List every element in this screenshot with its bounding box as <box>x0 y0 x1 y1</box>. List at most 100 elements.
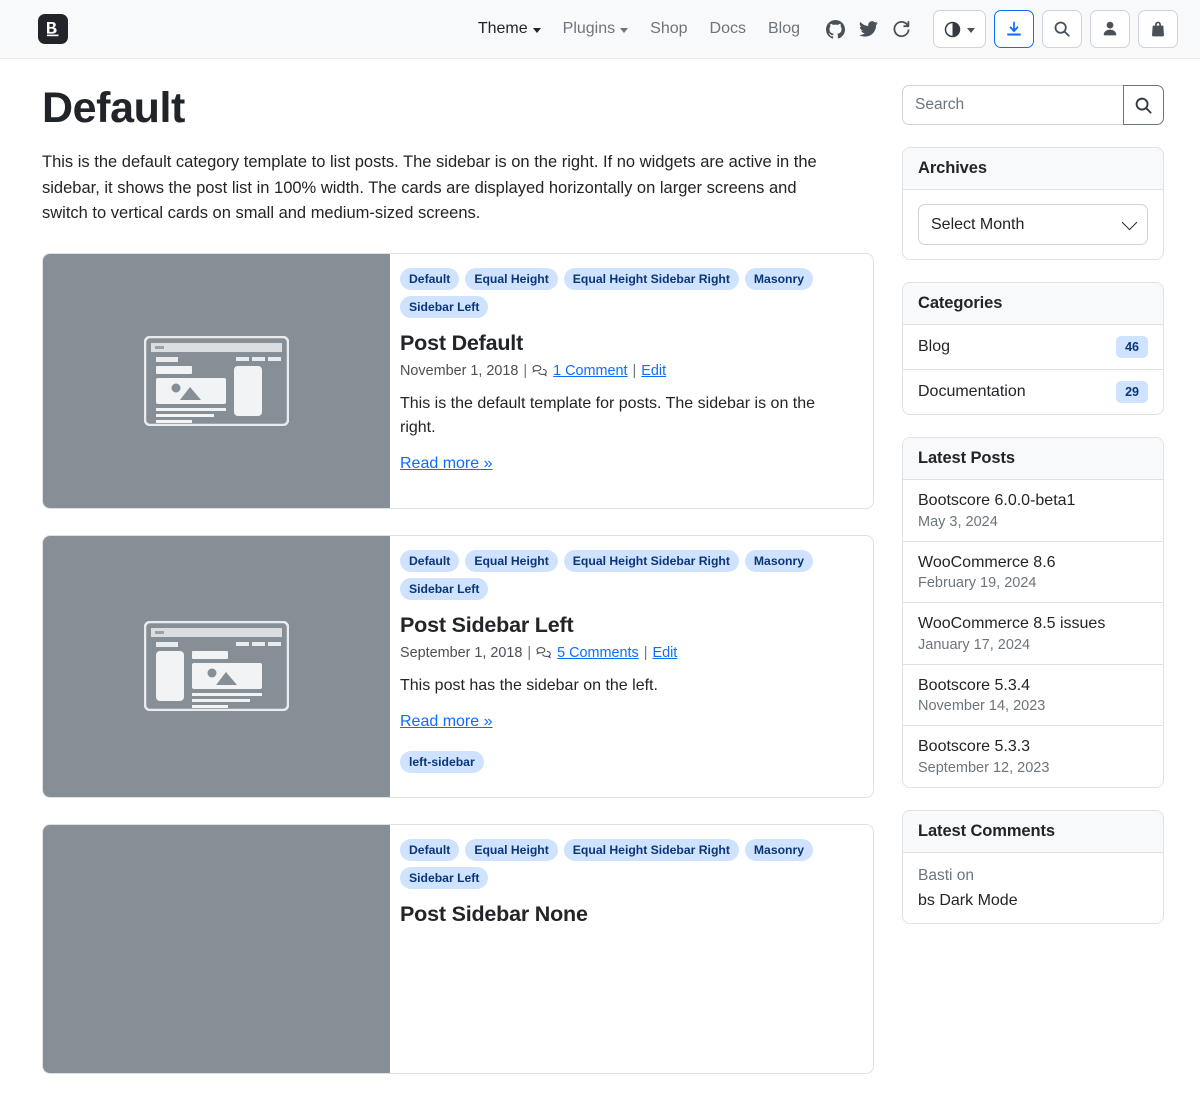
post-comments-link[interactable]: 1 Comment <box>553 363 627 379</box>
theme-toggle-button[interactable] <box>933 10 986 48</box>
latest-post-item[interactable]: WooCommerce 8.6 February 19, 2024 <box>903 542 1163 604</box>
latest-post-item[interactable]: WooCommerce 8.5 issues January 17, 2024 <box>903 603 1163 665</box>
nav-link-theme-label: Theme <box>477 20 528 37</box>
nav-link-blog[interactable]: Blog <box>768 20 800 38</box>
site-logo[interactable] <box>38 14 68 44</box>
archives-select-value: Select Month <box>931 215 1025 233</box>
post-comments-link[interactable]: 5 Comments <box>557 645 639 661</box>
category-list-item[interactable]: Blog 46 <box>903 325 1163 370</box>
post-date: September 1, 2018 <box>400 645 523 662</box>
latest-post-item[interactable]: Bootscore 6.0.0-beta1 May 3, 2024 <box>903 480 1163 542</box>
post-card-body: Default Equal Height Equal Height Sideba… <box>390 254 873 508</box>
post-date: November 1, 2018 <box>400 363 519 380</box>
post-card[interactable]: Default Equal Height Equal Height Sideba… <box>42 252 874 509</box>
post-meta: November 1, 2018 | 1 Comment | Edit <box>400 363 855 379</box>
post-tags: left-sidebar <box>400 751 855 774</box>
post-edit-link[interactable]: Edit <box>652 645 677 661</box>
person-icon <box>1103 21 1117 36</box>
comments-icon <box>536 646 552 661</box>
category-badge[interactable]: Masonry <box>744 838 814 862</box>
latest-post-title: WooCommerce 8.5 issues <box>918 615 1106 633</box>
latest-comment-item[interactable]: Basti on bs Dark Mode <box>903 853 1163 923</box>
post-thumbnail[interactable] <box>43 824 390 1073</box>
bag-icon <box>1152 21 1164 37</box>
chevron-down-icon <box>967 27 975 33</box>
category-badge[interactable]: Default <box>400 549 460 573</box>
main-content: Default This is the default category tem… <box>42 84 874 1100</box>
search-button[interactable] <box>1042 10 1082 48</box>
category-badge[interactable]: Equal Height Sidebar Right <box>563 549 739 573</box>
archives-month-select[interactable]: Select Month <box>918 204 1148 245</box>
read-more-link[interactable]: Read more » <box>400 713 493 730</box>
latest-post-date: May 3, 2024 <box>918 513 998 530</box>
account-button[interactable] <box>1090 10 1130 48</box>
post-category-badges: Default Equal Height Equal Height Sideba… <box>400 838 855 890</box>
post-excerpt: This is the default template for posts. … <box>400 395 816 437</box>
chevron-down-icon <box>620 27 629 33</box>
search-icon <box>1054 21 1070 37</box>
category-badge[interactable]: Equal Height Sidebar Right <box>563 838 739 862</box>
download-button[interactable] <box>994 10 1034 48</box>
cart-button[interactable] <box>1138 10 1178 48</box>
comment-author: Basti on <box>918 866 975 884</box>
post-card[interactable]: Default Equal Height Equal Height Sideba… <box>42 534 874 798</box>
latest-post-date: January 17, 2024 <box>918 636 1031 653</box>
post-card-body: Default Equal Height Equal Height Sideba… <box>390 536 873 797</box>
widget-title: Latest Comments <box>903 810 1163 853</box>
page-container: Default This is the default category tem… <box>0 59 1200 1100</box>
meta-separator: | <box>643 645 648 662</box>
category-label: Blog <box>918 338 951 355</box>
post-title[interactable]: Post Sidebar None <box>400 902 855 927</box>
download-icon <box>1007 21 1021 36</box>
tag-badge[interactable]: left-sidebar <box>400 751 484 774</box>
latest-post-item[interactable]: Bootscore 5.3.4 November 14, 2023 <box>903 665 1163 727</box>
category-badge[interactable]: Sidebar Left <box>400 578 489 601</box>
nav-link-shop[interactable]: Shop <box>650 20 687 38</box>
latest-post-date: February 19, 2024 <box>918 575 1037 592</box>
category-badge[interactable]: Masonry <box>744 549 814 573</box>
top-navbar: Theme Plugins Shop Docs Blog <box>0 0 1200 59</box>
nav-link-docs[interactable]: Docs <box>710 20 746 38</box>
post-category-badges: Default Equal Height Equal Height Sideba… <box>400 267 855 319</box>
widget-latest-comments: Latest Comments Basti on bs Dark Mode <box>902 809 1164 925</box>
post-title[interactable]: Post Default <box>400 331 855 356</box>
category-badge[interactable]: Sidebar Left <box>400 867 489 890</box>
nav-link-plugins[interactable]: Plugins <box>563 20 629 38</box>
post-title[interactable]: Post Sidebar Left <box>400 613 855 638</box>
category-count-badge: 46 <box>1116 336 1148 358</box>
navbar-buttons <box>933 10 1178 48</box>
search-submit-button[interactable] <box>1123 85 1164 125</box>
widget-title: Latest Posts <box>903 438 1163 480</box>
sidebar-search <box>902 85 1164 125</box>
category-badge[interactable]: Equal Height Sidebar Right <box>563 267 739 291</box>
category-count-badge: 29 <box>1116 381 1148 403</box>
half-circle-icon <box>944 21 961 37</box>
category-badge[interactable]: Sidebar Left <box>400 296 489 319</box>
twitter-icon[interactable] <box>859 20 878 39</box>
latest-post-title: Bootscore 5.3.3 <box>918 738 1031 756</box>
rotate-icon[interactable] <box>892 20 911 39</box>
meta-separator: | <box>527 645 532 662</box>
read-more-link[interactable]: Read more » <box>400 455 493 472</box>
post-edit-link[interactable]: Edit <box>641 363 666 379</box>
search-input[interactable] <box>902 85 1123 125</box>
post-thumbnail[interactable] <box>43 253 390 508</box>
category-list-item[interactable]: Documentation 29 <box>903 370 1163 414</box>
category-badge[interactable]: Equal Height <box>465 267 558 291</box>
chevron-down-icon <box>532 27 541 33</box>
widget-title: Archives <box>903 148 1163 190</box>
post-meta: September 1, 2018 | 5 Comments | Edit <box>400 645 855 661</box>
category-badge[interactable]: Equal Height <box>465 549 558 573</box>
category-badge[interactable]: Masonry <box>744 267 814 291</box>
nav-link-theme[interactable]: Theme <box>478 20 541 38</box>
github-icon[interactable] <box>826 19 845 39</box>
chevron-down-icon <box>1121 214 1138 231</box>
meta-separator: | <box>632 363 637 380</box>
latest-post-title: Bootscore 5.3.4 <box>918 676 1031 694</box>
post-card[interactable]: Default Equal Height Equal Height Sideba… <box>42 823 874 1074</box>
post-thumbnail[interactable] <box>43 535 390 797</box>
latest-post-item[interactable]: Bootscore 5.3.3 September 12, 2023 <box>903 726 1163 787</box>
category-badge[interactable]: Default <box>400 838 460 862</box>
category-badge[interactable]: Equal Height <box>465 838 558 862</box>
category-badge[interactable]: Default <box>400 267 460 291</box>
